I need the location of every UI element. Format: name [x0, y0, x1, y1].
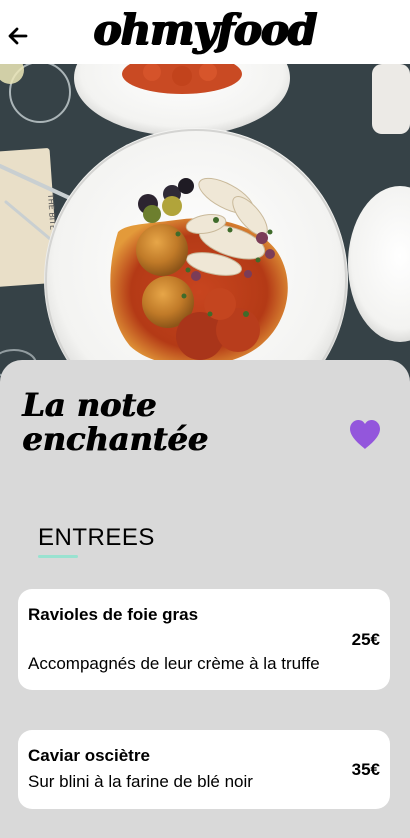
restaurant-title: La note enchantée — [22, 386, 208, 458]
dish-name: Caviar osciètre — [28, 746, 150, 765]
section-underline — [38, 555, 78, 558]
dish-price: 25€ — [351, 630, 380, 649]
dish-description: Sur blini à la farine de blé noir — [28, 772, 253, 791]
dish-card[interactable]: Caviar osciètre 35€ Sur blini à la farin… — [18, 730, 390, 809]
dish-description: Accompagnés de leur crème à la truffe — [28, 654, 320, 673]
favorite-button[interactable] — [347, 418, 383, 452]
heart-icon — [350, 420, 380, 449]
hero-image: THE BITE — [0, 64, 410, 384]
dish-name: Ravioles de foie gras — [28, 605, 199, 624]
dish-card[interactable]: Ravioles de foie gras 25€ Accompagnés de… — [18, 589, 390, 690]
app-logo[interactable]: ohmyfood — [0, 4, 410, 56]
dish-price: 35€ — [351, 760, 380, 779]
restaurant-card: La note enchantée ENTREES Ravioles de fo… — [0, 360, 410, 838]
app-header: ohmyfood — [0, 0, 410, 64]
section-title-entrees: ENTREES — [38, 524, 155, 551]
